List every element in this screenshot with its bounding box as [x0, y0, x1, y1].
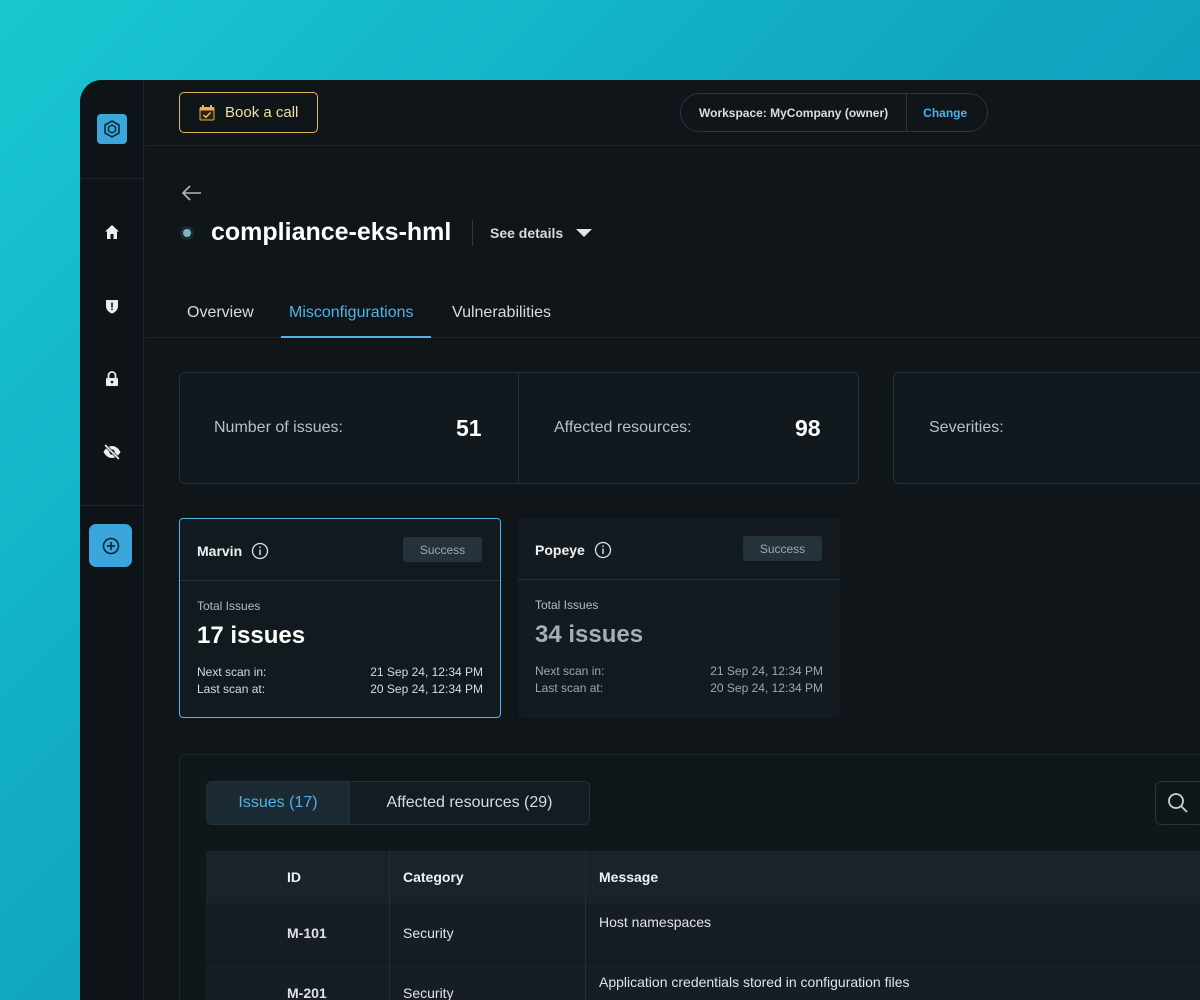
issues-view-toggle: Issues (17) Affected resources (29) — [206, 781, 590, 825]
page-title: compliance-eks-hml — [211, 218, 452, 246]
scanner-name: Popeye — [535, 541, 612, 559]
tab-bar: Overview Misconfigurations Vulnerabiliti… — [145, 296, 1200, 338]
severities-card: Severities: — [893, 372, 1200, 484]
next-scan-row: Next scan in: 21 Sep 24, 12:34 PM — [197, 665, 483, 679]
table-header: ID Category Message — [206, 851, 1200, 903]
info-icon[interactable] — [594, 541, 612, 559]
column-header-category[interactable]: Category — [403, 869, 464, 885]
next-scan-row: Next scan in: 21 Sep 24, 12:34 PM — [535, 664, 823, 678]
home-icon[interactable] — [100, 220, 124, 244]
topbar: Book a call Workspace: MyCompany (owner)… — [145, 80, 1200, 146]
issues-table: ID Category Message M-101 Security Host … — [206, 851, 1200, 1000]
see-details-label: See details — [490, 225, 564, 241]
issues-count-label: Number of issues: — [214, 419, 343, 436]
affected-resources-tab-button[interactable]: Affected resources (29) — [350, 782, 589, 824]
scanner-name-text: Popeye — [535, 542, 585, 558]
tab-vulnerabilities[interactable]: Vulnerabilities — [452, 304, 551, 322]
info-icon[interactable] — [251, 542, 269, 560]
tab-misconfigurations[interactable]: Misconfigurations — [289, 304, 414, 322]
cell-category: Security — [403, 985, 454, 1000]
see-details-dropdown[interactable]: See details — [490, 225, 593, 241]
sidebar-divider — [80, 178, 144, 179]
scanner-card-header: Marvin Success — [180, 519, 500, 581]
main-content: Book a call Workspace: MyCompany (owner)… — [145, 80, 1200, 1000]
arrow-left-icon[interactable] — [180, 183, 204, 203]
next-scan-label: Next scan in: — [197, 665, 267, 679]
search-button[interactable] — [1155, 781, 1200, 825]
last-scan-value: 20 Sep 24, 12:34 PM — [370, 682, 483, 696]
summary-card: Number of issues: 51 Affected resources:… — [179, 372, 859, 484]
plus-circle-icon — [102, 537, 119, 554]
next-scan-label: Next scan in: — [535, 664, 605, 678]
total-issues-label: Total Issues — [197, 599, 261, 613]
title-divider — [472, 220, 473, 246]
row-divider — [206, 961, 1200, 962]
status-badge: Success — [743, 536, 822, 561]
issues-panel: Issues (17) Affected resources (29) ID C… — [179, 754, 1200, 1000]
scanner-name: Marvin — [197, 542, 269, 560]
cell-id: M-201 — [287, 985, 327, 1000]
shield-alert-icon[interactable] — [100, 294, 124, 318]
tab-overview[interactable]: Overview — [187, 304, 254, 322]
scanner-card-marvin[interactable]: Marvin Success Total Issues 17 issues Ne… — [179, 518, 501, 718]
lock-icon[interactable] — [100, 367, 124, 391]
cell-id: M-101 — [287, 925, 327, 941]
cell-message: Application credentials stored in config… — [599, 974, 910, 990]
column-header-id[interactable]: ID — [287, 869, 301, 885]
affected-resources-value: 98 — [795, 415, 821, 441]
total-issues-value: 34 issues — [535, 621, 644, 648]
affected-resources-label: Affected resources: — [554, 419, 692, 436]
severities-cell: Severities: — [894, 373, 1194, 483]
book-call-button[interactable]: Book a call — [179, 92, 318, 133]
caret-down-icon — [576, 229, 593, 237]
active-tab-indicator — [281, 336, 431, 338]
search-icon — [1168, 793, 1188, 813]
total-issues-label: Total Issues — [535, 598, 599, 612]
column-header-message[interactable]: Message — [599, 869, 658, 885]
issues-tab-button[interactable]: Issues (17) — [207, 782, 350, 824]
affected-resources-cell: Affected resources: 98 — [519, 373, 859, 483]
next-scan-value: 21 Sep 24, 12:34 PM — [370, 665, 483, 679]
status-badge: Success — [403, 537, 482, 562]
book-call-label: Book a call — [225, 104, 299, 121]
last-scan-label: Last scan at: — [535, 681, 604, 695]
issues-count-cell: Number of issues: 51 — [180, 373, 519, 483]
last-scan-value: 20 Sep 24, 12:34 PM — [710, 681, 823, 695]
sidebar — [80, 80, 144, 1000]
add-button[interactable] — [89, 524, 132, 567]
logo-icon[interactable] — [97, 114, 127, 144]
column-divider — [389, 851, 390, 1000]
sidebar-divider — [80, 505, 144, 506]
workspace-label: Workspace: MyCompany (owner) — [681, 94, 908, 131]
scanner-name-text: Marvin — [197, 543, 243, 559]
app-window: Book a call Workspace: MyCompany (owner)… — [80, 80, 1200, 1000]
scanner-card-popeye[interactable]: Popeye Success Total Issues 34 issues Ne… — [518, 518, 840, 718]
workspace-change-button[interactable]: Change — [907, 106, 983, 120]
eye-off-icon[interactable] — [100, 440, 124, 464]
last-scan-row: Last scan at: 20 Sep 24, 12:34 PM — [535, 681, 823, 695]
total-issues-value: 17 issues — [197, 622, 306, 649]
status-indicator — [180, 226, 194, 240]
cell-category: Security — [403, 925, 454, 941]
last-scan-row: Last scan at: 20 Sep 24, 12:34 PM — [197, 682, 483, 696]
column-divider — [585, 851, 586, 1000]
severities-label: Severities: — [929, 419, 1004, 436]
scanner-card-header: Popeye Success — [518, 518, 840, 580]
issues-count-value: 51 — [456, 415, 482, 441]
calendar-check-icon — [199, 104, 215, 120]
last-scan-label: Last scan at: — [197, 682, 266, 696]
cell-message: Host namespaces — [599, 914, 712, 930]
next-scan-value: 21 Sep 24, 12:34 PM — [710, 664, 823, 678]
workspace-switcher: Workspace: MyCompany (owner) Change — [680, 93, 988, 132]
